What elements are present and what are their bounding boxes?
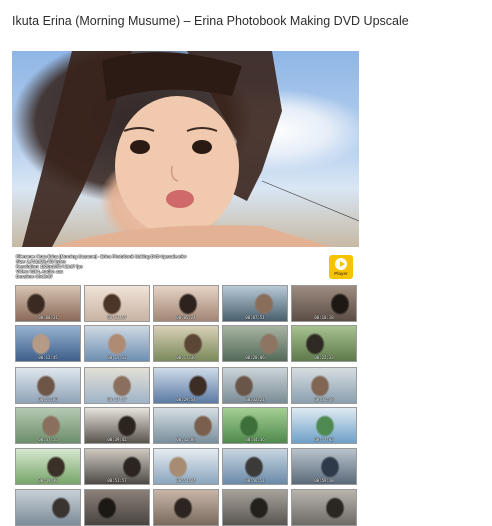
thumbnail-grid: 00:00:31 00:02:57 00:05:24 00:07:51 00:10:18… <box>12 283 359 526</box>
thumbnail-timestamp: 00:32:21 <box>245 397 265 402</box>
thumbnail-timestamp: 00:34:48 <box>314 397 334 402</box>
thumbnail-frame[interactable]: 00:00:31 <box>15 285 81 322</box>
thumbnail-timestamp: 00:10:18 <box>314 315 334 320</box>
thumbnail-frame[interactable]: 00:02:57 <box>84 285 150 322</box>
thumbnail-frame[interactable]: 00:27:27 <box>84 367 150 404</box>
thumbnail-frame[interactable] <box>153 489 219 526</box>
thumbnail-frame[interactable]: 00:22:33 <box>291 325 357 362</box>
thumbnail-frame[interactable]: 00:44:36 <box>222 407 288 444</box>
page-title: Ikuta Erina (Morning Musume) – Erina Pho… <box>12 14 409 28</box>
thumbnail-frame[interactable] <box>291 489 357 526</box>
thumbnail-timestamp: 00:56:51 <box>245 478 265 483</box>
thumbnail-timestamp: 00:27:27 <box>107 397 127 402</box>
thumbnail-frame[interactable]: 00:42:09 <box>153 407 219 444</box>
thumbnail-frame[interactable]: 00:56:51 <box>222 448 288 485</box>
thumbnail-timestamp: 00:54:24 <box>176 478 196 483</box>
thumbnail-timestamp: 00:20:06 <box>245 355 265 360</box>
info-line: Duration: 00:39:57 <box>16 274 53 279</box>
thumbnail-timestamp: 00:39:42 <box>107 437 127 442</box>
thumbnail-frame[interactable]: 00:37:15 <box>15 407 81 444</box>
thumbnail-frame[interactable]: 00:29:54 <box>153 367 219 404</box>
thumbnail-timestamp: 00:25:00 <box>38 397 58 402</box>
thumbnail-frame[interactable]: 00:39:42 <box>84 407 150 444</box>
thumbnail-timestamp: 00:07:51 <box>245 315 265 320</box>
thumbnail-frame[interactable]: 00:47:03 <box>291 407 357 444</box>
thumbnail-frame[interactable]: 00:15:12 <box>84 325 150 362</box>
thumbnail-frame[interactable]: 00:07:51 <box>222 285 288 322</box>
thumbnail-timestamp: 00:12:45 <box>38 355 58 360</box>
thumbnail-frame[interactable]: 00:10:18 <box>291 285 357 322</box>
thumbnail-timestamp: 00:51:57 <box>107 478 127 483</box>
thumbnail-timestamp: 00:44:36 <box>245 437 265 442</box>
thumbnail-timestamp: 00:15:12 <box>107 355 127 360</box>
play-icon <box>335 258 347 270</box>
thumbnail-timestamp: 00:59:18 <box>314 478 334 483</box>
thumbnail-frame[interactable]: 00:54:24 <box>153 448 219 485</box>
thumbnail-timestamp: 00:17:39 <box>176 355 196 360</box>
thumbnail-timestamp: 00:29:54 <box>176 397 196 402</box>
thumbnail-frame[interactable]: 00:20:06 <box>222 325 288 362</box>
thumbnail-frame[interactable]: 00:51:57 <box>84 448 150 485</box>
thumbnail-timestamp: 00:49:30 <box>38 478 58 483</box>
logo-label: Player <box>334 271 348 276</box>
thumbnail-timestamp: 00:37:15 <box>38 437 58 442</box>
thumbnail-frame[interactable]: 00:12:45 <box>15 325 81 362</box>
thumbnail-frame[interactable] <box>84 489 150 526</box>
thumbnail-timestamp: 00:00:31 <box>38 315 58 320</box>
thumbnail-frame[interactable]: 00:05:24 <box>153 285 219 322</box>
thumbnail-frame[interactable] <box>222 489 288 526</box>
thumbnail-frame[interactable]: 00:17:39 <box>153 325 219 362</box>
thumbnail-timestamp: 00:02:57 <box>107 315 127 320</box>
thumbnail-timestamp: 00:22:33 <box>314 355 334 360</box>
thumbnail-frame[interactable]: 00:34:48 <box>291 367 357 404</box>
hero-image[interactable] <box>12 51 359 247</box>
video-info-bar: Filename: Ikuta Erina (Morning Musume) -… <box>12 252 359 282</box>
player-logo: Player <box>329 255 353 279</box>
thumbnail-timestamp: 00:47:03 <box>314 437 334 442</box>
hero-illustration <box>22 51 359 247</box>
thumbnail-frame[interactable]: 00:32:21 <box>222 367 288 404</box>
thumbnail-frame[interactable] <box>15 489 81 526</box>
thumbnail-frame[interactable]: 00:49:30 <box>15 448 81 485</box>
thumbnail-frame[interactable]: 00:25:00 <box>15 367 81 404</box>
thumbnail-frame[interactable]: 00:59:18 <box>291 448 357 485</box>
video-info-text: Filename: Ikuta Erina (Morning Musume) -… <box>16 254 186 279</box>
thumbnail-timestamp: 00:42:09 <box>176 437 196 442</box>
thumbnail-timestamp: 00:05:24 <box>176 315 196 320</box>
